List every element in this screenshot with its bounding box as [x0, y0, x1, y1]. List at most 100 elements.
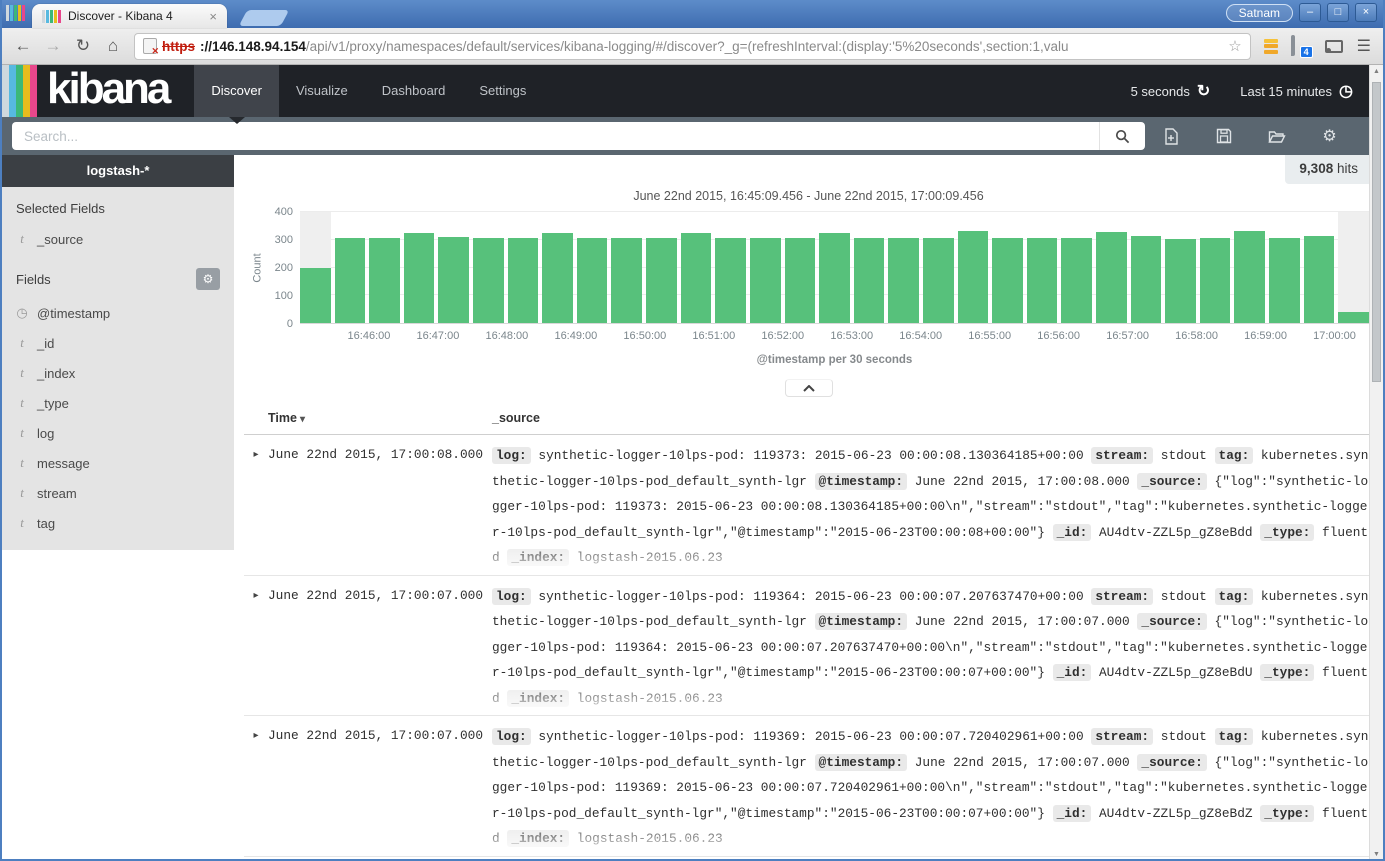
table-row[interactable]: ▸June 22nd 2015, 17:00:08.000log: synthe… [244, 435, 1383, 576]
histogram-bar[interactable] [785, 238, 816, 323]
expand-caret-icon[interactable]: ▸ [244, 443, 268, 571]
new-search-button[interactable] [1163, 128, 1179, 145]
hangouts-extension-icon[interactable]: 4 [1291, 37, 1311, 55]
new-tab-button[interactable] [239, 10, 290, 26]
cast-icon[interactable] [1325, 40, 1343, 53]
browser-tab[interactable]: Discover - Kibana 4 × [32, 4, 227, 28]
field-item-_id[interactable]: t_id [2, 328, 234, 358]
histogram-bar[interactable] [1269, 238, 1300, 323]
field-item-stream[interactable]: tstream [2, 478, 234, 508]
time-column-header[interactable]: Time▾ [268, 411, 492, 425]
histogram-bar[interactable] [1304, 236, 1335, 323]
field-item-tag[interactable]: ttag [2, 508, 234, 538]
field-item-_index[interactable]: t_index [2, 358, 234, 388]
scrollbar-thumb[interactable] [1372, 82, 1381, 382]
histogram-bar[interactable] [1027, 238, 1058, 323]
histogram-bar[interactable] [335, 238, 366, 323]
nav-item-dashboard[interactable]: Dashboard [365, 65, 463, 117]
search-input[interactable] [12, 122, 1099, 150]
histogram-bar-slot [715, 212, 746, 323]
histogram-bar[interactable] [1338, 312, 1369, 323]
histogram-bar[interactable] [992, 238, 1023, 323]
load-search-button[interactable] [1268, 129, 1286, 144]
histogram-bar[interactable] [1131, 236, 1162, 323]
histogram-bar-slot [438, 212, 469, 323]
x-tick-label: 16:47:00 [417, 330, 460, 342]
histogram-bar[interactable] [750, 238, 781, 323]
settings-gear-icon[interactable]: ⚙ [1322, 126, 1336, 146]
table-row[interactable]: ▸June 22nd 2015, 17:00:07.000log: synthe… [244, 576, 1383, 717]
histogram-bar[interactable] [369, 238, 400, 323]
histogram-bar[interactable] [681, 233, 712, 323]
histogram-bar-slot [992, 212, 1023, 323]
nav-item-discover[interactable]: Discover [194, 65, 279, 117]
minimize-button[interactable]: – [1299, 3, 1321, 22]
field-settings-button[interactable]: ⚙ [196, 268, 220, 290]
reload-icon[interactable]: ↻ [70, 36, 96, 56]
histogram-bar-slot [646, 212, 677, 323]
histogram-bar[interactable] [888, 238, 919, 323]
save-search-button[interactable] [1216, 128, 1232, 144]
histogram-bar[interactable] [1234, 231, 1265, 323]
histogram-bar[interactable] [1165, 239, 1196, 323]
table-row[interactable]: ▸June 22nd 2015, 17:00:07.000log: synthe… [244, 716, 1383, 857]
histogram-bar[interactable] [542, 233, 573, 323]
histogram-bar[interactable] [508, 238, 539, 323]
search-button[interactable] [1099, 122, 1145, 150]
expand-caret-icon[interactable]: ▸ [244, 584, 268, 712]
histogram-bar[interactable] [300, 268, 331, 324]
field-chip: _id: [1053, 805, 1092, 822]
tab-close-icon[interactable]: × [209, 9, 217, 24]
histogram-bar[interactable] [438, 237, 469, 323]
field-chip: _source: [1137, 754, 1206, 771]
histogram-bar[interactable] [715, 238, 746, 323]
url-text: ://146.148.94.154/api/v1/proxy/namespace… [200, 39, 1223, 54]
back-icon[interactable]: ← [10, 36, 36, 56]
user-button[interactable]: Satnam [1226, 4, 1293, 22]
field-name: stream [37, 486, 77, 501]
histogram-bar[interactable] [473, 238, 504, 323]
histogram-bar[interactable] [854, 238, 885, 323]
window-kibana-icon [6, 5, 25, 21]
string-field-icon: t [16, 365, 28, 381]
expand-caret-icon[interactable]: ▸ [244, 724, 268, 852]
string-field-icon: t [16, 425, 28, 441]
field-item-log[interactable]: tlog [2, 418, 234, 448]
collapse-chart-button[interactable] [785, 379, 833, 397]
bookmark-star-icon[interactable]: ☆ [1228, 37, 1241, 55]
histogram-bar[interactable] [1200, 238, 1231, 323]
scroll-up-arrow[interactable]: ▲ [1370, 68, 1383, 75]
maximize-button[interactable]: □ [1327, 3, 1349, 22]
refresh-interval-button[interactable]: 5 seconds ↻ [1131, 81, 1211, 101]
field-chip: _type: [1260, 805, 1314, 822]
scroll-down-arrow[interactable]: ▼ [1370, 851, 1383, 858]
x-tick-label: 16:52:00 [761, 330, 804, 342]
histogram-bar[interactable] [577, 238, 608, 323]
source-column-header[interactable]: _source [492, 411, 540, 425]
forward-icon[interactable]: → [40, 36, 66, 56]
extension-icon[interactable] [1264, 39, 1278, 54]
histogram-bar[interactable] [611, 238, 642, 323]
histogram-bar[interactable] [958, 231, 989, 323]
histogram-bar[interactable] [1061, 238, 1092, 323]
nav-item-visualize[interactable]: Visualize [279, 65, 365, 117]
close-button[interactable]: × [1355, 3, 1377, 22]
nav-item-settings[interactable]: Settings [462, 65, 543, 117]
time-range-button[interactable]: Last 15 minutes ◷ [1240, 81, 1353, 101]
field-item-message[interactable]: tmessage [2, 448, 234, 478]
page-scrollbar[interactable]: ▲ ▼ [1369, 65, 1383, 861]
histogram-bar[interactable] [646, 238, 677, 323]
y-axis-label: Count [250, 212, 266, 324]
histogram-bar[interactable] [923, 238, 954, 323]
index-pattern-selector[interactable]: logstash-* [2, 155, 234, 187]
histogram-bar[interactable] [404, 233, 435, 323]
field-item-_type[interactable]: t_type [2, 388, 234, 418]
home-icon[interactable]: ⌂ [100, 36, 126, 56]
field-item-_source[interactable]: t_source [2, 224, 234, 254]
broken-https-icon[interactable] [143, 38, 157, 54]
histogram-bar[interactable] [819, 233, 850, 323]
browser-menu-icon[interactable]: ☰ [1357, 36, 1371, 56]
histogram-bar[interactable] [1096, 232, 1127, 323]
url-bar[interactable]: https ://146.148.94.154/api/v1/proxy/nam… [134, 33, 1251, 60]
field-item-timestamp[interactable]: ◷@timestamp [2, 298, 234, 328]
